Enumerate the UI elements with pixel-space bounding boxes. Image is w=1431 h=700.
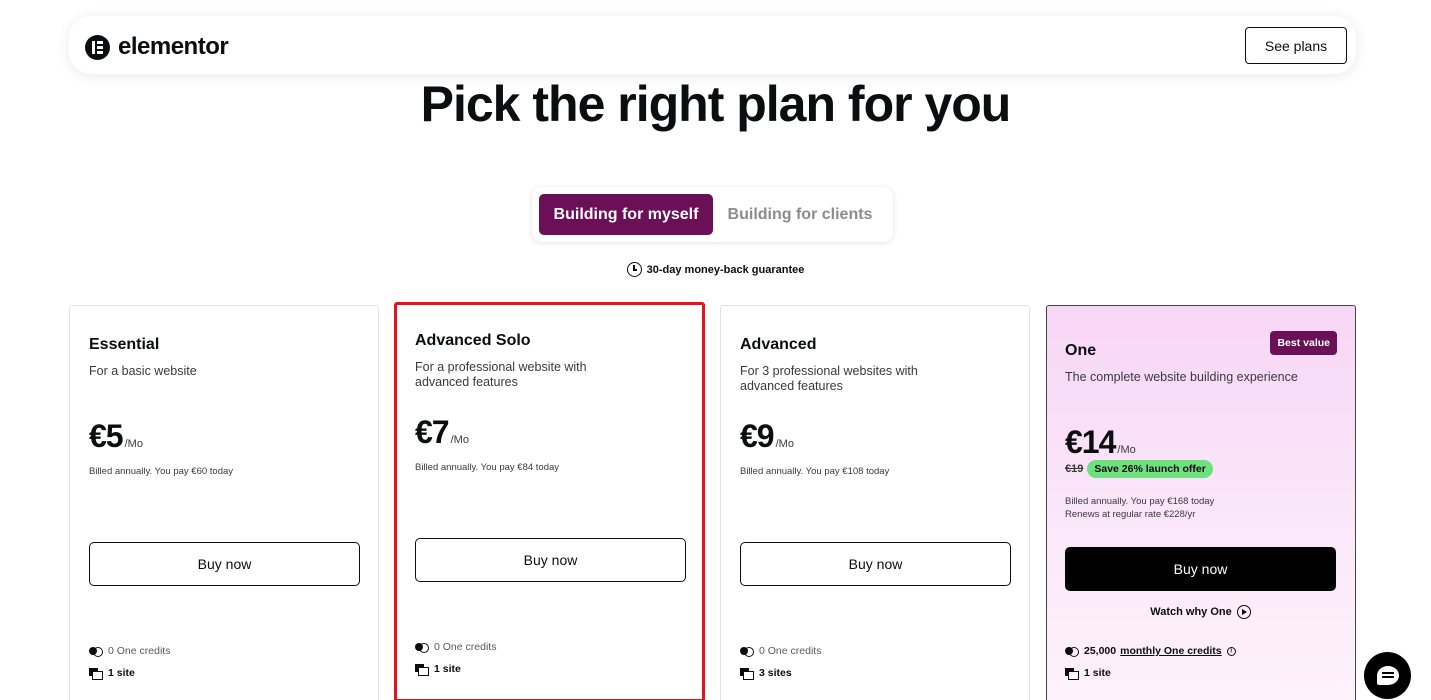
credits-icon: [1065, 647, 1079, 657]
plan-card-advanced: Advanced For 3 professional websites wit…: [720, 305, 1030, 700]
plan-name: One: [1065, 342, 1097, 359]
plan-name: Essential: [89, 336, 160, 353]
clock-icon: [626, 262, 642, 277]
billing-today: Billed annually. You pay €168 today: [1065, 496, 1215, 507]
watch-why-one-link[interactable]: Watch why One: [1065, 605, 1336, 619]
buy-now-button[interactable]: Buy now: [89, 542, 360, 586]
sites-text: 1 site: [434, 663, 461, 675]
credits-feature: 25,000 monthly One credits i: [1065, 645, 1236, 657]
billing-note: Billed annually. You pay €108 today: [740, 466, 890, 477]
chat-button[interactable]: [1364, 652, 1411, 699]
plan-card-essential: Essential For a basic website €5 /Mo Bil…: [69, 305, 379, 700]
billing-note: Billed annually. You pay €60 today: [89, 466, 234, 477]
plan-description: For 3 professional websites with advance…: [740, 364, 918, 393]
sites-feature: 1 site: [89, 667, 135, 680]
credits-text: 0 One credits: [434, 641, 497, 653]
guarantee-text: 30-day money-back guarantee: [646, 263, 805, 276]
price-value: €7: [415, 414, 450, 450]
sites-feature: 1 site: [1065, 667, 1111, 680]
plan-card-one: One Best value The complete website buil…: [1046, 305, 1356, 700]
price-unit: /Mo: [1117, 444, 1136, 456]
sites-text: 1 site: [108, 667, 135, 679]
price-value: €9: [740, 418, 775, 454]
audience-toggle: Building for myself Building for clients: [532, 187, 893, 242]
see-plans-button[interactable]: See plans: [1245, 27, 1347, 64]
sites-feature: 3 sites: [740, 667, 792, 680]
sites-feature: 1 site: [415, 663, 461, 676]
brand-name: elementor: [118, 33, 229, 60]
buy-now-button[interactable]: Buy now: [415, 538, 686, 582]
chat-icon: [1376, 666, 1399, 685]
site-icon: [740, 668, 754, 680]
credits-icon: [740, 647, 754, 657]
plan-description: The complete website building experience: [1065, 370, 1298, 384]
site-icon: [415, 664, 429, 676]
credits-text: 0 One credits: [759, 645, 822, 657]
plan-card-advanced-solo: Advanced Solo For a professional website…: [394, 302, 705, 700]
plan-name: Advanced: [740, 336, 817, 353]
buy-now-button[interactable]: Buy now: [740, 542, 1011, 586]
price-value: €14: [1065, 424, 1116, 460]
elementor-logo-icon: [85, 34, 110, 60]
billing-note: Billed annually. You pay €84 today: [415, 462, 560, 473]
site-icon: [89, 668, 103, 680]
plan-description: For a basic website: [89, 364, 197, 378]
plan-description: For a professional website with advanced…: [415, 360, 587, 389]
credits-icon: [415, 643, 429, 653]
tab-building-for-myself[interactable]: Building for myself: [539, 194, 713, 235]
money-back-guarantee: 30-day money-back guarantee: [0, 262, 1431, 277]
monthly-credits-link[interactable]: monthly One credits: [1120, 645, 1222, 657]
play-circle-icon: [1236, 605, 1251, 619]
tab-building-for-clients[interactable]: Building for clients: [722, 194, 878, 235]
price-value: €5: [89, 418, 124, 454]
price-unit: /Mo: [124, 438, 143, 450]
credits-feature: 0 One credits: [740, 645, 821, 657]
top-navbar: elementor See plans: [69, 16, 1356, 74]
page-title: Pick the right plan for you: [420, 76, 1012, 132]
elementor-logo[interactable]: elementor: [85, 33, 229, 61]
buy-now-button[interactable]: Buy now: [1065, 547, 1336, 591]
plan-price: €7 /Mo: [415, 414, 469, 451]
sites-text: 1 site: [1084, 667, 1111, 679]
plan-price: €9 /Mo: [740, 418, 794, 455]
credits-feature: 0 One credits: [89, 645, 170, 657]
info-icon[interactable]: i: [1226, 646, 1236, 656]
price-unit: /Mo: [450, 434, 469, 446]
credits-text: 0 One credits: [108, 645, 171, 657]
sites-text: 3 sites: [759, 667, 792, 679]
plan-price: €14 /Mo: [1065, 424, 1136, 461]
billing-note: Billed annually. You pay €168 today Rene…: [1065, 495, 1214, 521]
discount-row: €19 Save 26% launch offer: [1065, 460, 1213, 478]
site-icon: [1065, 668, 1079, 680]
original-price: €19: [1065, 463, 1084, 475]
price-unit: /Mo: [775, 438, 794, 450]
credits-icon: [89, 647, 103, 657]
credits-amount: 25,000: [1084, 645, 1117, 657]
launch-offer-badge: Save 26% launch offer: [1087, 460, 1213, 478]
watch-text: Watch why One: [1150, 606, 1232, 618]
billing-renewal: Renews at regular rate €228/yr: [1065, 509, 1196, 520]
credits-feature: 0 One credits: [415, 641, 496, 653]
plan-price: €5 /Mo: [89, 418, 143, 455]
best-value-badge: Best value: [1270, 331, 1337, 355]
plan-name: Advanced Solo: [415, 332, 531, 349]
